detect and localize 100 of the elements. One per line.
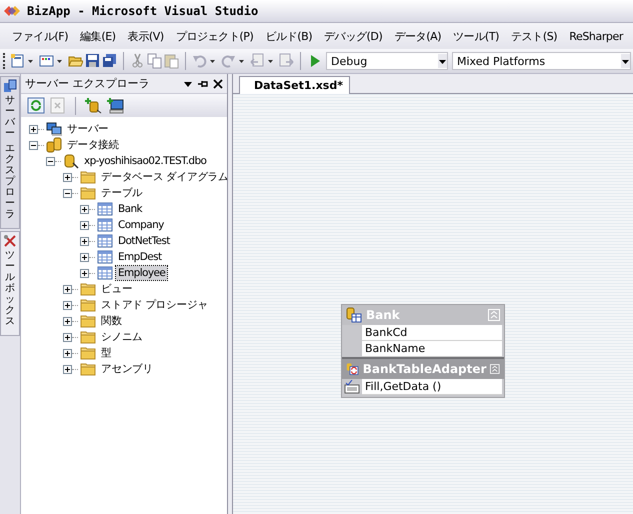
database-icon xyxy=(63,153,79,169)
expander[interactable] xyxy=(80,236,89,246)
folder-icon xyxy=(80,281,96,297)
expander[interactable] xyxy=(80,268,89,278)
plus-icon xyxy=(64,366,71,372)
menu-item[interactable]: データ(A) xyxy=(388,28,448,44)
tree-item[interactable]: テーブル xyxy=(99,186,145,200)
tree-item[interactable]: ストアド プロシージャ xyxy=(99,298,210,312)
tree-item[interactable]: 型 xyxy=(99,346,114,360)
combo-value: Mixed Platforms xyxy=(456,54,546,68)
sql-query-icon xyxy=(344,380,360,394)
add-item-icon[interactable] xyxy=(39,53,54,69)
refresh-icon[interactable] xyxy=(27,97,45,114)
menu-item[interactable]: ファイル(F) xyxy=(6,28,74,44)
column-name: BankCd xyxy=(362,325,502,341)
tree-item[interactable]: データ接続 xyxy=(65,138,122,152)
expander[interactable] xyxy=(63,332,72,342)
plus-icon xyxy=(64,350,71,356)
side-tab-label: エクスプローラ xyxy=(5,143,15,220)
expander[interactable] xyxy=(46,156,55,166)
plus-icon xyxy=(64,318,71,324)
plus-icon xyxy=(81,270,88,276)
tree-item[interactable]: Bank xyxy=(116,202,144,216)
side-tab[interactable]: ツールボックス xyxy=(0,231,20,336)
query-method[interactable]: Fill,GetData () xyxy=(362,379,502,395)
table-icon xyxy=(97,233,113,249)
tree-item[interactable]: Employee xyxy=(116,266,168,280)
app-logo-icon xyxy=(3,4,21,18)
tree-item[interactable]: サーバー xyxy=(65,122,111,136)
pin-icon[interactable] xyxy=(197,78,209,88)
collapse-icon[interactable] xyxy=(490,363,500,375)
menu-item[interactable]: ビルド(B) xyxy=(259,28,318,44)
tree-item[interactable]: 関数 xyxy=(99,314,124,328)
menu-item[interactable]: デバッグ(D) xyxy=(318,28,388,44)
menu-item[interactable]: ツール(T) xyxy=(447,28,506,44)
folder-icon xyxy=(80,329,96,345)
expander[interactable] xyxy=(63,348,72,358)
menu-item[interactable]: ReSharper xyxy=(563,30,630,42)
expander[interactable] xyxy=(63,284,72,294)
plus-icon xyxy=(81,254,88,260)
platform-dropdown[interactable]: Mixed Platforms xyxy=(452,52,631,70)
expander[interactable] xyxy=(29,124,38,134)
expander[interactable] xyxy=(63,172,72,182)
plus-icon xyxy=(81,206,88,212)
servers-icon xyxy=(46,121,62,137)
menu-item[interactable]: テスト(S) xyxy=(505,28,564,44)
tree-item[interactable]: DotNetTest xyxy=(116,234,172,248)
scissors-icon[interactable] xyxy=(130,53,145,69)
expander[interactable] xyxy=(63,300,72,310)
tree-item[interactable]: Company xyxy=(116,218,166,232)
tree-item[interactable]: xp-yoshihisao02.TEST.dbo xyxy=(82,154,208,168)
save-icon[interactable] xyxy=(85,53,100,69)
side-tab[interactable]: サーバー エクスプローラ xyxy=(0,76,20,229)
menu-item[interactable]: 表示(V) xyxy=(122,28,170,44)
adapter-name: BankTableAdapter xyxy=(362,362,486,376)
table-name: Bank xyxy=(366,308,401,322)
folder-icon xyxy=(80,313,96,329)
menu-item[interactable]: 編集(E) xyxy=(74,28,122,44)
plus-icon xyxy=(64,302,71,308)
expander[interactable] xyxy=(80,252,89,262)
side-tab-label: サーバー xyxy=(5,95,15,139)
configuration-dropdown[interactable]: Debug xyxy=(326,52,448,70)
expander[interactable] xyxy=(63,316,72,326)
folder-icon xyxy=(80,297,96,313)
table-icon xyxy=(97,201,113,217)
document-tab[interactable]: DataSet1.xsd* xyxy=(239,76,350,94)
plus-icon xyxy=(64,334,71,340)
plus-icon xyxy=(81,222,88,228)
panel-title: サーバー エクスプローラ xyxy=(25,76,150,91)
tools-icon xyxy=(3,234,17,248)
menu-item[interactable]: プロジェクト(P) xyxy=(170,28,260,44)
window-title: BizApp - Microsoft Visual Studio xyxy=(27,4,258,18)
new-project-icon[interactable] xyxy=(10,53,25,69)
expander[interactable] xyxy=(63,364,72,374)
database-cylinders-icon xyxy=(46,137,62,153)
table-icon xyxy=(97,217,113,233)
folder-icon xyxy=(80,345,96,361)
expander[interactable] xyxy=(80,220,89,230)
folder-icon xyxy=(80,185,96,201)
combo-value: Debug xyxy=(330,54,368,68)
server-icon xyxy=(3,79,17,93)
expander[interactable] xyxy=(80,204,89,214)
tree-item[interactable]: シノニム xyxy=(99,330,145,344)
tree-item[interactable]: ビュー xyxy=(99,282,134,296)
add-server-icon[interactable] xyxy=(106,97,124,114)
expander[interactable] xyxy=(63,188,72,198)
add-connection-icon[interactable] xyxy=(84,97,102,114)
close-icon[interactable] xyxy=(213,78,223,88)
copy-icon[interactable] xyxy=(147,53,162,69)
datatable-shape[interactable]: Bank BankCd BankName BankTableAdapter Fill,GetData () xyxy=(341,304,505,398)
column-name: BankName xyxy=(362,341,502,357)
save-all-icon[interactable] xyxy=(102,53,117,69)
folder-icon xyxy=(80,361,96,377)
expander[interactable] xyxy=(29,140,38,150)
table-icon xyxy=(97,265,113,281)
tree-item[interactable]: EmpDest xyxy=(116,250,164,264)
plus-icon xyxy=(81,238,88,244)
table-adapter-icon xyxy=(346,361,359,377)
tree-item[interactable]: アセンブリ xyxy=(99,362,156,376)
side-tab-label: ツールボックス xyxy=(5,250,15,327)
